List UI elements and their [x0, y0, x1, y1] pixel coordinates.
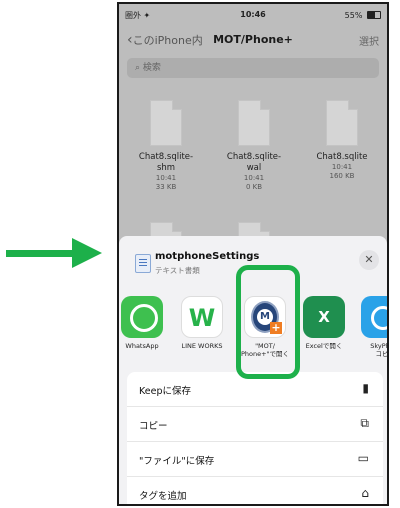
shared-file-name: motphoneSettings — [155, 251, 260, 262]
action-label: タグを追加 — [139, 491, 187, 502]
app-skype[interactable]: SkyPho コピ — [353, 296, 389, 358]
nav-bar: ‹このiPhone内 MOT/Phone+ 選択 — [119, 26, 387, 54]
file-size: 0 KB — [245, 183, 263, 191]
action-label: "ファイル"に保存 — [139, 456, 215, 467]
app-label: LINE WORKS — [181, 342, 223, 350]
highlight-box — [236, 265, 300, 379]
excel-icon: X — [303, 296, 345, 338]
file-item[interactable]: Chat8.sqlite- wal 10:41 0 KB — [217, 100, 291, 192]
battery-icon — [367, 11, 381, 19]
skype-icon — [361, 296, 387, 338]
action-add-tag[interactable]: タグを追加 ⌂ — [127, 477, 383, 504]
file-name: Chat8.sqlite- shm — [138, 152, 194, 173]
search-placeholder: 検索 — [142, 63, 161, 73]
battery-percent: 55% — [344, 11, 363, 20]
folder-icon: ▭ — [357, 451, 369, 465]
action-copy[interactable]: コピー ⧉ — [127, 407, 383, 442]
file-time: 10:41 — [155, 174, 177, 182]
file-icon — [150, 100, 182, 146]
copy-icon: ⧉ — [360, 416, 369, 430]
phone-screen: 圏外 ✦ 10:46 55% ‹このiPhone内 MOT/Phone+ 選択 … — [117, 2, 389, 506]
action-label: Keepに保存 — [139, 386, 191, 397]
file-size: 160 KB — [329, 172, 355, 180]
file-size: 33 KB — [155, 183, 177, 191]
file-icon — [238, 100, 270, 146]
arrow-pointer-icon — [6, 238, 102, 268]
file-time: 10:41 — [331, 163, 353, 171]
page-title: MOT/Phone+ — [213, 33, 293, 46]
search-icon: ⌕ — [135, 63, 141, 73]
tag-icon: ⌂ — [361, 486, 369, 500]
file-name: Chat8.sqlite — [316, 152, 368, 162]
action-save-to-files[interactable]: "ファイル"に保存 ▭ — [127, 442, 383, 477]
app-label: SkyPho コピ — [370, 342, 389, 358]
close-icon[interactable]: ✕ — [359, 250, 379, 270]
action-label: コピー — [139, 421, 168, 432]
battery-indicator: 55% — [345, 10, 381, 20]
file-item[interactable]: Chat8.sqlite 10:41 160 KB — [305, 100, 379, 181]
status-bar: 圏外 ✦ 10:46 55% — [119, 4, 387, 24]
action-list: Keepに保存 ▮ コピー ⧉ "ファイル"に保存 ▭ タグを追加 ⌂ — [127, 372, 383, 504]
select-button[interactable]: 選択 — [359, 33, 379, 48]
line-works-icon: W — [181, 296, 223, 338]
search-input[interactable]: ⌕ 検索 — [127, 58, 379, 78]
app-whatsapp[interactable]: WhatsApp — [119, 296, 171, 350]
app-excel[interactable]: X Excelで開く — [295, 296, 353, 350]
document-icon — [135, 254, 151, 273]
bookmark-icon: ▮ — [362, 381, 369, 395]
file-name: Chat8.sqlite- wal — [226, 152, 282, 173]
file-icon — [326, 100, 358, 146]
whatsapp-icon — [121, 296, 163, 338]
app-label: Excelで開く — [305, 342, 343, 350]
file-item[interactable]: Chat8.sqlite- shm 10:41 33 KB — [129, 100, 203, 192]
shared-file-type: テキスト書類 — [155, 266, 200, 275]
app-label: WhatsApp — [125, 342, 159, 350]
app-line-works[interactable]: W LINE WORKS — [173, 296, 231, 350]
file-time: 10:41 — [243, 174, 265, 182]
